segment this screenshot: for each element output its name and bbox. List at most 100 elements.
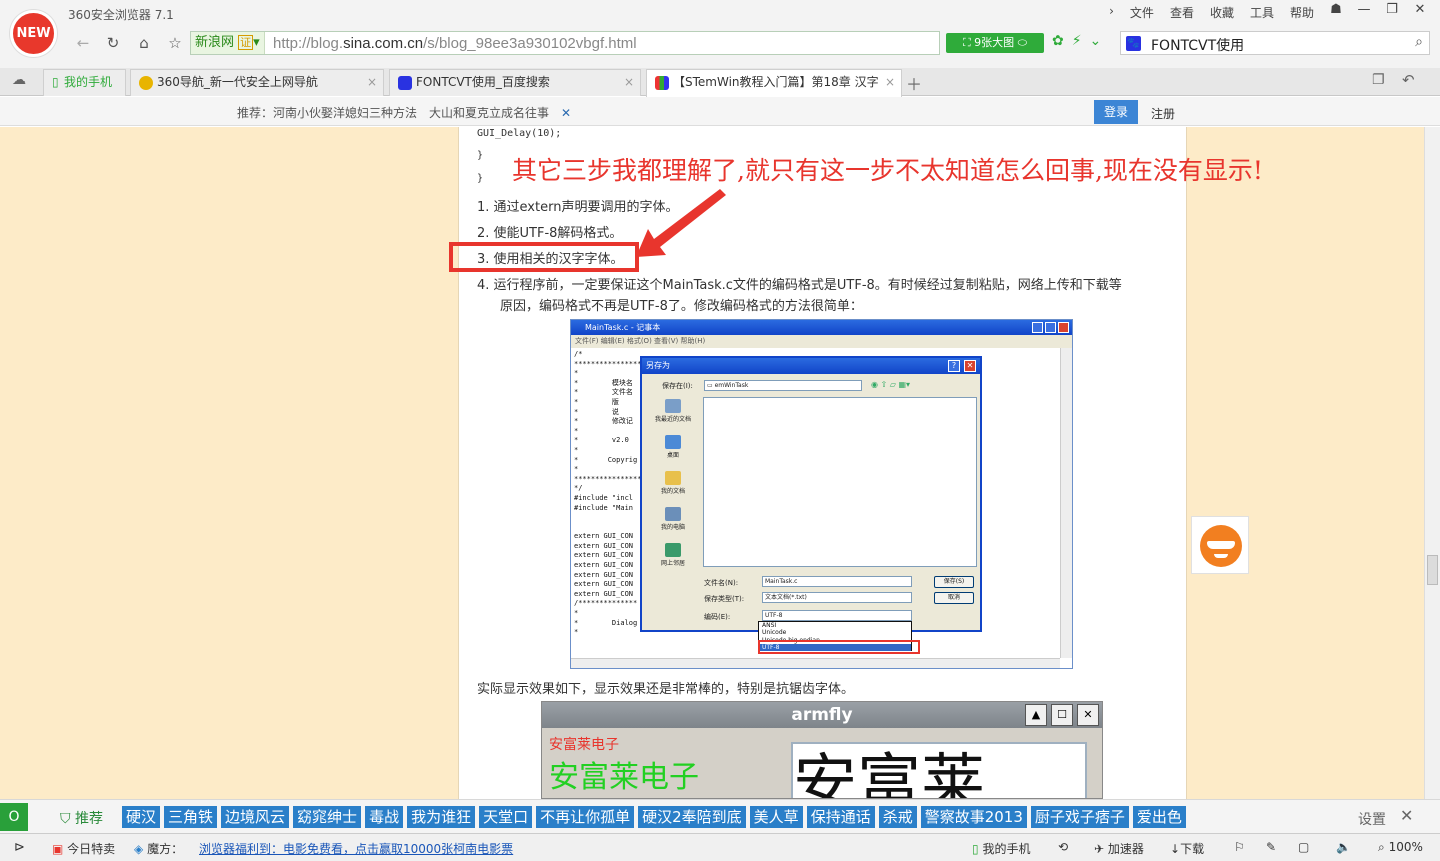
hot-tag[interactable]: 毒战 xyxy=(365,806,404,828)
recommend-link-1[interactable]: 河南小伙娶洋媳妇三种方法 xyxy=(273,106,417,120)
download[interactable]: ↓下载 xyxy=(1170,840,1204,857)
file-list xyxy=(703,397,977,567)
hot-tag[interactable]: 爱出色 xyxy=(1132,806,1186,828)
address-bar[interactable]: 新浪网 证 ▾ http://blog.sina.com.cn/s/blog_98… xyxy=(190,31,940,55)
flag-icon[interactable]: ⚐ xyxy=(1234,840,1245,854)
menu-favorites[interactable]: 收藏 xyxy=(1204,4,1240,21)
restore-tabs-icon[interactable]: ❐ xyxy=(1372,72,1385,88)
network-icon xyxy=(665,543,681,557)
place-desktop: 桌面 xyxy=(648,435,698,469)
hot-tag[interactable]: 硬汉2奉陪到底 xyxy=(638,806,746,828)
place-label: 我最近的文档 xyxy=(654,416,691,423)
notepad-screenshot[interactable]: MainTask.c - 记事本 文件(F) 编辑(E) 格式(O) 查看(V)… xyxy=(570,319,1073,669)
search-box[interactable]: 🐾 FONTCVT使用 ⌕ xyxy=(1120,31,1430,55)
minimize-button[interactable]: — xyxy=(1350,2,1378,22)
places-sidebar: 我最近的文档 桌面 我的文档 我的电脑 网上邻居 xyxy=(648,397,698,567)
360-nav-icon xyxy=(139,76,153,90)
close-window-button[interactable]: ✕ xyxy=(1406,2,1434,22)
hot-tag[interactable]: 美人草 xyxy=(749,806,803,828)
window-controls: ☗ — ❐ ✕ xyxy=(1322,2,1434,22)
zoom-control[interactable]: ⌕ 100% xyxy=(1378,840,1423,855)
title-bar: 360安全浏览器 7.1 › 文件 查看 收藏 工具 帮助 ☗ — ❐ ✕ xyxy=(0,0,1440,26)
tab-stemwin[interactable]: 【STemWin教程入门篇】第18章 汉字 × xyxy=(646,69,902,97)
cloud-icon[interactable]: ☁ xyxy=(12,72,26,88)
search-query[interactable]: FONTCVT使用 xyxy=(1151,35,1244,55)
search-icon[interactable]: ⌕ xyxy=(1415,34,1423,50)
back-button[interactable]: ← xyxy=(70,34,96,56)
window-icon[interactable]: ▢ xyxy=(1298,840,1309,854)
info-bar: 推荐：河南小伙娶洋媳妇三种方法 大山和夏克立成名往事 ✕ xyxy=(0,97,1440,126)
recommend-link-2[interactable]: 大山和夏克立成名往事 xyxy=(429,106,549,120)
scrollbar-thumb[interactable] xyxy=(1427,555,1438,585)
paint-icon[interactable]: ✎ xyxy=(1266,840,1276,854)
page-scrollbar[interactable] xyxy=(1424,127,1440,799)
hot-recommend[interactable]: ⛉ 推荐 xyxy=(60,808,103,828)
menu-file[interactable]: 文件 xyxy=(1124,4,1160,21)
refresh-button[interactable]: ↻ xyxy=(100,34,126,56)
notepad-scrollbar xyxy=(1060,348,1072,658)
close-tab-icon[interactable]: × xyxy=(624,70,634,95)
maximize-button[interactable]: ❐ xyxy=(1378,2,1406,22)
menu-tools[interactable]: 工具 xyxy=(1244,4,1280,21)
home-button[interactable]: ⌂ xyxy=(131,34,157,56)
close-tab-icon[interactable]: × xyxy=(367,70,377,95)
new-tab-button[interactable]: ＋ xyxy=(906,71,922,95)
tab-label: 360导航_新一代安全上网导航 xyxy=(157,75,318,89)
tab-my-phone[interactable]: ▯ 我的手机 xyxy=(43,69,126,96)
url-text[interactable]: http://blog.sina.com.cn/s/blog_98ee3a930… xyxy=(273,35,637,52)
smile-shape xyxy=(1214,554,1228,558)
notepad-title: MainTask.c - 记事本 xyxy=(585,323,661,332)
tab-label: FONTCVT使用_百度搜索 xyxy=(416,75,550,89)
register-link[interactable]: 注册 xyxy=(1151,105,1175,122)
place-documents: 我的文档 xyxy=(648,471,698,505)
speed-icons[interactable]: ✿⚡⌄ xyxy=(1052,33,1109,49)
demo-huge-text: 安富莱 xyxy=(793,748,985,799)
hot-tag[interactable]: 保持通话 xyxy=(806,806,875,828)
hot-tag[interactable]: 边境风云 xyxy=(221,806,290,828)
close-icon[interactable]: ✕ xyxy=(561,106,571,120)
accelerator[interactable]: ✈ 加速器 xyxy=(1094,840,1144,857)
hot-tag[interactable]: 警察故事2013 xyxy=(920,806,1027,828)
hot-tag[interactable]: 天堂口 xyxy=(479,806,533,828)
menu-help[interactable]: 帮助 xyxy=(1284,4,1320,21)
o-icon[interactable]: O xyxy=(0,803,28,831)
tab-baidu-search[interactable]: FONTCVT使用_百度搜索 × xyxy=(389,69,641,96)
login-button[interactable]: 登录 xyxy=(1094,100,1138,124)
hotbar-settings[interactable]: 设置 xyxy=(1358,809,1386,829)
rubik-cube[interactable]: ◈ 魔方： xyxy=(134,840,183,857)
hot-tag[interactable]: 厨子戏子痞子 xyxy=(1030,806,1129,828)
image-view-button[interactable]: ⛶ 9张大图 ⬭ xyxy=(946,33,1044,53)
today-deals[interactable]: ▣ 今日特卖 xyxy=(52,840,115,857)
browser-logo[interactable]: NEW xyxy=(10,10,57,57)
hot-tag[interactable]: 硬汉 xyxy=(122,806,161,828)
hot-recommend-label: 推荐 xyxy=(74,811,103,827)
hot-tag[interactable]: 我为谁狂 xyxy=(407,806,476,828)
site-cert-badge[interactable]: 新浪网 证 ▾ xyxy=(191,32,265,54)
menu-view[interactable]: 查看 xyxy=(1164,4,1200,21)
filename-label: 文件名(N): xyxy=(704,579,739,587)
close-icon[interactable]: ✕ xyxy=(1400,806,1413,825)
hot-tag[interactable]: 杀戒 xyxy=(878,806,917,828)
baidu-paw-icon[interactable]: 🐾 xyxy=(1126,36,1141,51)
demo-screenshot[interactable]: armfly ▲ ☐ ✕ 安富莱电子 安富莱电子 安富莱 xyxy=(541,701,1103,799)
my-phone[interactable]: ▯ 我的手机 xyxy=(972,840,1030,857)
menu-arrow-icon[interactable]: › xyxy=(1103,4,1120,21)
sound-icon[interactable]: 🔈 xyxy=(1336,840,1351,854)
promo-link[interactable]: 浏览器福利到：电影免费看，点击赢取10000张柯南电影票 xyxy=(199,840,513,857)
hot-tag[interactable]: 不再让你孤单 xyxy=(536,806,635,828)
speed-icon[interactable]: ⟲ xyxy=(1058,840,1068,854)
favorite-star-icon[interactable]: ☆ xyxy=(162,34,188,56)
tab-360-nav[interactable]: 360导航_新一代安全上网导航 × xyxy=(130,69,384,96)
skin-icon[interactable]: ☗ xyxy=(1322,2,1350,22)
hot-tag[interactable]: 三角铁 xyxy=(164,806,218,828)
cancel-button: 取消 xyxy=(934,592,974,604)
tab-bar: ☁ ▯ 我的手机 360导航_新一代安全上网导航 × FONTCVT使用_百度搜索… xyxy=(0,68,1440,97)
close-tab-icon[interactable]: × xyxy=(884,70,895,95)
sidebar-toggle-icon[interactable]: ⊳ xyxy=(14,840,25,855)
floating-mascot[interactable] xyxy=(1191,516,1249,574)
phone-icon: ▯ xyxy=(52,75,59,89)
hot-tag[interactable]: 窈窕绅士 xyxy=(293,806,362,828)
sunglasses-shape xyxy=(1207,541,1235,549)
result-text: 实际显示效果如下，显示效果还是非常棒的，特别是抗锯齿字体。 xyxy=(477,682,855,697)
undo-close-icon[interactable]: ↶ xyxy=(1402,71,1415,89)
